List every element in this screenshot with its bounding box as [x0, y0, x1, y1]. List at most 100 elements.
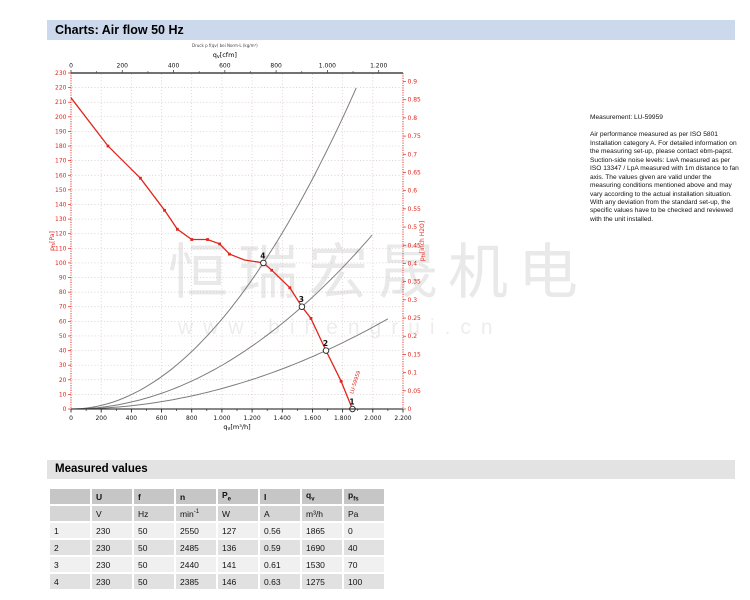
svg-text:0.35: 0.35 [408, 279, 422, 286]
table-cell: 50 [134, 574, 174, 589]
table-cell: 0.56 [260, 523, 300, 538]
svg-text:1.200: 1.200 [243, 415, 260, 422]
svg-text:0.8: 0.8 [408, 115, 418, 122]
svg-text:220: 220 [55, 85, 67, 92]
svg-text:2.200: 2.200 [394, 415, 411, 422]
table-cell: 40 [344, 540, 384, 555]
table-row: 12305025501270.5618650 [50, 523, 384, 538]
table-cell: 70 [344, 557, 384, 572]
table-cell: 0.59 [260, 540, 300, 555]
col-unit [50, 506, 90, 521]
table-cell: 0.61 [260, 557, 300, 572]
svg-text:1.400: 1.400 [274, 415, 291, 422]
table-header-row: UfnPeIqvpfs [50, 489, 384, 504]
col-header: U [92, 489, 132, 504]
svg-text:1: 1 [349, 398, 354, 407]
table-cell: 2485 [176, 540, 216, 555]
col-header: Pe [218, 489, 258, 504]
svg-text:400: 400 [126, 415, 138, 422]
measured-values-title: Measured values [47, 460, 735, 479]
svg-text:120: 120 [55, 231, 67, 238]
svg-text:800: 800 [270, 63, 282, 70]
row-index: 1 [50, 523, 90, 538]
measurement-note: Measurement: LU-59959 Air performance me… [590, 114, 740, 224]
svg-text:0.25: 0.25 [408, 315, 422, 322]
svg-text:20: 20 [59, 377, 67, 384]
table-row: 42305023851460.631275100 [50, 574, 384, 589]
col-unit: W [218, 506, 258, 521]
svg-text:0.6: 0.6 [408, 188, 418, 195]
svg-text:1.000: 1.000 [213, 415, 230, 422]
table-cell: 230 [92, 540, 132, 555]
svg-text:90: 90 [59, 275, 67, 282]
table-cell: 230 [92, 574, 132, 589]
svg-text:1.000: 1.000 [319, 63, 336, 70]
svg-text:2: 2 [323, 339, 328, 348]
svg-text:0.1: 0.1 [408, 370, 418, 377]
col-header: I [260, 489, 300, 504]
svg-text:qv[m³/h]: qv[m³/h] [223, 423, 250, 432]
table-cell: 100 [344, 574, 384, 589]
svg-text:200: 200 [95, 415, 107, 422]
svg-text:0: 0 [408, 406, 412, 413]
row-index: 4 [50, 574, 90, 589]
svg-text:80: 80 [59, 289, 67, 296]
measurement-body: Air performance measured as per ISO 5801… [590, 131, 740, 224]
measured-values-table: UfnPeIqvpfsVHzmin-1WAm³/hPa1230502550127… [48, 487, 386, 591]
svg-text:800: 800 [186, 415, 198, 422]
table-cell: 0 [344, 523, 384, 538]
svg-text:100: 100 [55, 260, 67, 267]
svg-text:0.55: 0.55 [408, 206, 422, 213]
svg-text:0.9: 0.9 [408, 79, 418, 86]
col-header: f [134, 489, 174, 504]
table-cell: 146 [218, 574, 258, 589]
col-header: pfs [344, 489, 384, 504]
svg-text:150: 150 [55, 187, 67, 194]
col-unit: min-1 [176, 506, 216, 521]
table-cell: 1275 [302, 574, 342, 589]
col-unit: A [260, 506, 300, 521]
col-header [50, 489, 90, 504]
measurement-id: Measurement: LU-59959 [590, 114, 740, 122]
svg-text:140: 140 [55, 201, 67, 208]
table-cell: 1865 [302, 523, 342, 538]
svg-text:qv[cfm]: qv[cfm] [213, 51, 237, 60]
col-header: qv [302, 489, 342, 504]
svg-text:Druck p f(qv) bei Norm-L (kg/m: Druck p f(qv) bei Norm-L (kg/m³) [192, 43, 258, 48]
svg-text:0.15: 0.15 [408, 351, 422, 358]
table-cell: 136 [218, 540, 258, 555]
table-cell: 2385 [176, 574, 216, 589]
table-units-row: VHzmin-1WAm³/hPa [50, 506, 384, 521]
svg-text:230: 230 [55, 70, 67, 77]
svg-text:0.3: 0.3 [408, 297, 418, 304]
table-cell: 2440 [176, 557, 216, 572]
svg-text:1.200: 1.200 [370, 63, 387, 70]
svg-text:130: 130 [55, 216, 67, 223]
svg-text:600: 600 [219, 63, 231, 70]
table-cell: 230 [92, 523, 132, 538]
svg-text:30: 30 [59, 362, 67, 369]
airflow-chart: 1234LU-5995902004006008001.0001.200qv[cf… [0, 0, 460, 455]
table-cell: 0.63 [260, 574, 300, 589]
svg-text:400: 400 [168, 63, 180, 70]
svg-text:0.4: 0.4 [408, 260, 418, 267]
svg-text:pfs[inch H2O]: pfs[inch H2O] [419, 221, 427, 261]
svg-text:170: 170 [55, 158, 67, 165]
row-index: 3 [50, 557, 90, 572]
svg-text:1.600: 1.600 [304, 415, 321, 422]
svg-text:4: 4 [260, 251, 265, 260]
svg-text:0: 0 [63, 406, 67, 413]
col-unit: Pa [344, 506, 384, 521]
svg-text:200: 200 [55, 114, 67, 121]
svg-text:40: 40 [59, 348, 67, 355]
svg-text:600: 600 [156, 415, 168, 422]
col-unit: Hz [134, 506, 174, 521]
svg-text:3: 3 [299, 295, 304, 304]
datasheet-page: Charts: Air flow 50 Hz 恒瑞宏晟机电 www.biheng… [0, 0, 750, 600]
svg-text:0: 0 [69, 415, 73, 422]
svg-text:2.000: 2.000 [364, 415, 381, 422]
svg-text:LU-59959: LU-59959 [349, 370, 362, 395]
table-row: 32305024401410.61153070 [50, 557, 384, 572]
table-cell: 1690 [302, 540, 342, 555]
col-header: n [176, 489, 216, 504]
